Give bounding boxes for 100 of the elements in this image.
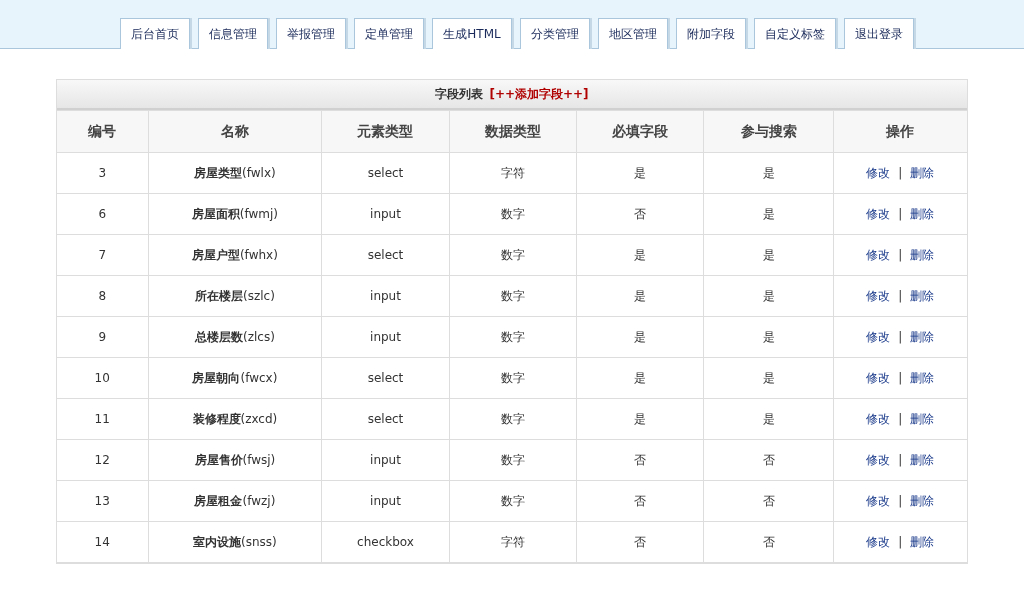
element-type-cell: checkbox xyxy=(321,521,450,563)
delete-link[interactable]: 删除 xyxy=(910,453,935,467)
data-type-cell: 数字 xyxy=(449,193,577,235)
name-cell: 房屋朝向(fwcx) xyxy=(148,357,322,399)
edit-link[interactable]: 修改 xyxy=(866,453,891,467)
required-cell: 否 xyxy=(576,193,704,235)
column-header: 必填字段 xyxy=(576,110,704,153)
data-type-cell: 数字 xyxy=(449,357,577,399)
edit-link[interactable]: 修改 xyxy=(866,535,891,549)
nav-tab[interactable]: 后台首页 xyxy=(120,18,191,49)
nav-tab[interactable]: 自定义标签 xyxy=(753,18,836,49)
id-cell: 7 xyxy=(57,234,148,276)
name-cell: 房屋类型(fwlx) xyxy=(148,152,322,194)
name-cell: 室内设施(snss) xyxy=(148,521,322,563)
element-type-cell: input xyxy=(321,193,450,235)
edit-link[interactable]: 修改 xyxy=(866,330,891,344)
column-header: 操作 xyxy=(833,110,967,153)
nav-tab[interactable]: 地区管理 xyxy=(597,18,668,49)
element-type-cell: select xyxy=(321,357,450,399)
id-cell: 3 xyxy=(57,152,148,194)
separator: | xyxy=(898,494,903,508)
edit-link[interactable]: 修改 xyxy=(866,289,891,303)
searchable-cell: 是 xyxy=(703,234,834,276)
searchable-cell: 是 xyxy=(703,152,834,194)
id-cell: 9 xyxy=(57,316,148,358)
id-cell: 6 xyxy=(57,193,148,235)
nav-tab[interactable]: 分类管理 xyxy=(519,18,590,49)
separator: | xyxy=(898,535,903,549)
column-header: 编号 xyxy=(57,110,148,153)
searchable-cell: 否 xyxy=(703,480,834,522)
id-cell: 14 xyxy=(57,521,148,563)
nav-tab[interactable]: 举报管理 xyxy=(276,18,347,49)
column-header: 数据类型 xyxy=(449,110,577,153)
required-cell: 否 xyxy=(576,439,704,481)
data-type-cell: 字符 xyxy=(449,521,577,563)
separator: | xyxy=(898,330,903,344)
delete-link[interactable]: 删除 xyxy=(910,330,935,344)
column-header: 名称 xyxy=(148,110,322,153)
separator: | xyxy=(898,166,903,180)
edit-link[interactable]: 修改 xyxy=(866,166,891,180)
data-type-cell: 数字 xyxy=(449,439,577,481)
searchable-cell: 否 xyxy=(703,521,834,563)
edit-link[interactable]: 修改 xyxy=(866,412,891,426)
separator: | xyxy=(898,453,903,467)
required-cell: 是 xyxy=(576,152,704,194)
searchable-cell: 是 xyxy=(703,193,834,235)
nav-tab[interactable]: 信息管理 xyxy=(198,18,269,49)
searchable-cell: 是 xyxy=(703,357,834,399)
delete-link[interactable]: 删除 xyxy=(910,494,935,508)
edit-link[interactable]: 修改 xyxy=(866,248,891,262)
required-cell: 否 xyxy=(576,480,704,522)
nav-tab[interactable]: 定单管理 xyxy=(354,18,425,49)
element-type-cell: input xyxy=(321,275,450,317)
delete-link[interactable]: 删除 xyxy=(910,166,935,180)
element-type-cell: select xyxy=(321,398,450,440)
nav-tab[interactable]: 附加字段 xyxy=(675,18,746,49)
delete-link[interactable]: 删除 xyxy=(910,412,935,426)
data-type-cell: 数字 xyxy=(449,275,577,317)
name-cell: 房屋户型(fwhx) xyxy=(148,234,322,276)
add-field-link[interactable]: [++添加字段++] xyxy=(489,85,589,103)
data-type-cell: 数字 xyxy=(449,398,577,440)
required-cell: 否 xyxy=(576,521,704,563)
data-type-cell: 数字 xyxy=(449,316,577,358)
edit-link[interactable]: 修改 xyxy=(866,207,891,221)
id-cell: 12 xyxy=(57,439,148,481)
searchable-cell: 是 xyxy=(703,316,834,358)
required-cell: 是 xyxy=(576,357,704,399)
id-cell: 10 xyxy=(57,357,148,399)
column-header: 元素类型 xyxy=(321,110,450,153)
name-cell: 装修程度(zxcd) xyxy=(148,398,322,440)
name-cell: 房屋面积(fwmj) xyxy=(148,193,322,235)
required-cell: 是 xyxy=(576,316,704,358)
required-cell: 是 xyxy=(576,234,704,276)
delete-link[interactable]: 删除 xyxy=(910,535,935,549)
required-cell: 是 xyxy=(576,398,704,440)
delete-link[interactable]: 删除 xyxy=(910,207,935,221)
data-type-cell: 字符 xyxy=(449,152,577,194)
name-cell: 房屋租金(fwzj) xyxy=(148,480,322,522)
element-type-cell: select xyxy=(321,152,450,194)
required-cell: 是 xyxy=(576,275,704,317)
name-cell: 所在楼层(szlc) xyxy=(148,275,322,317)
element-type-cell: input xyxy=(321,480,450,522)
delete-link[interactable]: 删除 xyxy=(910,289,935,303)
element-type-cell: select xyxy=(321,234,450,276)
edit-link[interactable]: 修改 xyxy=(866,494,891,508)
separator: | xyxy=(898,371,903,385)
name-cell: 房屋售价(fwsj) xyxy=(148,439,322,481)
delete-link[interactable]: 删除 xyxy=(910,248,935,262)
data-type-cell: 数字 xyxy=(449,234,577,276)
edit-link[interactable]: 修改 xyxy=(866,371,891,385)
nav-tab[interactable]: 退出登录 xyxy=(843,18,914,49)
separator: | xyxy=(898,248,903,262)
id-cell: 8 xyxy=(57,275,148,317)
delete-link[interactable]: 删除 xyxy=(910,371,935,385)
element-type-cell: input xyxy=(321,316,450,358)
nav-tab[interactable]: 生成HTML xyxy=(432,18,512,49)
column-header: 参与搜索 xyxy=(703,110,834,153)
element-type-cell: input xyxy=(321,439,450,481)
data-type-cell: 数字 xyxy=(449,480,577,522)
id-cell: 11 xyxy=(57,398,148,440)
